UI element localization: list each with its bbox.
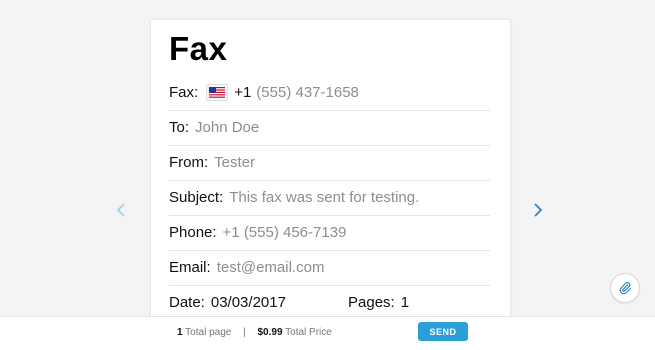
phone-row[interactable]: Phone: +1 (555) 456-7139 (169, 215, 490, 251)
pages-value: 1 (400, 294, 410, 311)
pages-label: Pages: (348, 294, 395, 311)
fax-number-row[interactable]: Fax: +1 (555) 437-1658 (169, 75, 490, 111)
page-count: 1 (177, 327, 183, 338)
email-label: Email: (169, 259, 211, 276)
phone-label: Phone: (169, 224, 217, 241)
subject-label: Subject: (169, 189, 224, 206)
order-summary: 1 Total page | $0.99 Total Price (177, 327, 332, 338)
total-price: $0.99 (257, 327, 283, 338)
fax-label: Fax: (169, 84, 199, 101)
country-code: +1 (234, 84, 252, 101)
page-title: Fax (169, 30, 228, 67)
total-price-label: Total Price (285, 327, 332, 338)
date-value[interactable]: 03/03/2017 (211, 294, 286, 311)
fax-number-input[interactable]: (555) 437-1658 (256, 84, 359, 101)
chevron-left-icon[interactable] (113, 199, 129, 221)
date-pages-row: Date: 03/03/2017 Pages: 1 (169, 285, 490, 320)
chevron-right-icon[interactable] (530, 199, 546, 221)
footer-bar: 1 Total page | $0.99 Total Price SEND (0, 316, 655, 350)
pages-field: Pages: 1 (348, 294, 409, 311)
summary-separator: | (243, 327, 246, 338)
from-input[interactable]: Tester (214, 154, 255, 171)
paperclip-icon[interactable] (610, 273, 640, 303)
us-flag-icon[interactable] (206, 84, 229, 101)
to-row[interactable]: To: John Doe (169, 110, 490, 146)
email-row[interactable]: Email: test@email.com (169, 250, 490, 286)
send-button[interactable]: SEND (418, 322, 468, 341)
subject-row[interactable]: Subject: This fax was sent for testing. (169, 180, 490, 216)
subject-input[interactable]: This fax was sent for testing. (229, 189, 419, 206)
from-row[interactable]: From: Tester (169, 145, 490, 181)
from-label: From: (169, 154, 209, 171)
to-input[interactable]: John Doe (195, 119, 259, 136)
fax-cover-card: Fax Fax: +1 (555) 437-1658 To: John Doe … (151, 20, 510, 320)
email-input[interactable]: test@email.com (217, 259, 325, 276)
date-label: Date: (169, 294, 205, 311)
to-label: To: (169, 119, 190, 136)
phone-input[interactable]: +1 (555) 456-7139 (223, 224, 347, 241)
page-count-label: Total page (185, 327, 232, 338)
